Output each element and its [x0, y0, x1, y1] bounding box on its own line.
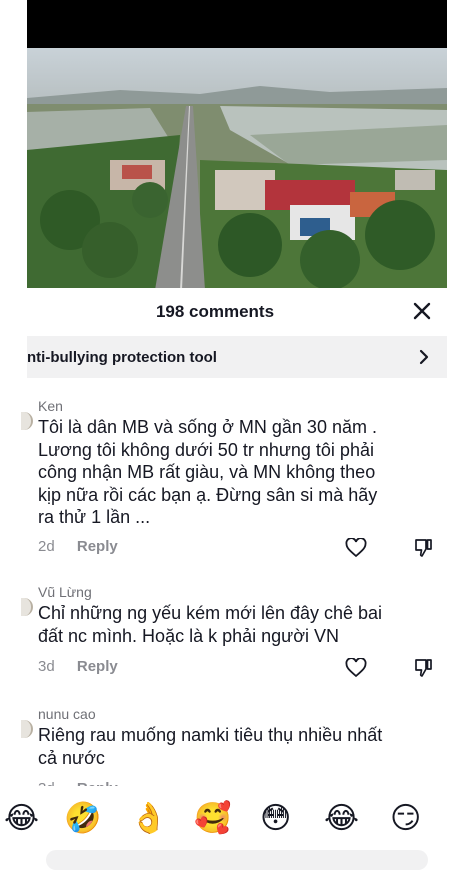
emoji-tears-of-joy[interactable]: 😂: [4, 802, 39, 836]
comment-username[interactable]: nunu cao: [38, 706, 96, 722]
comment-meta: 3d Reply: [38, 658, 118, 675]
thumbs-down-icon[interactable]: [413, 538, 433, 558]
reply-button[interactable]: Reply: [77, 538, 118, 555]
avatar[interactable]: [21, 412, 33, 430]
emoji-smiling-hearts[interactable]: 🥰: [194, 802, 231, 836]
reply-button[interactable]: Reply: [77, 658, 118, 675]
comments-sheet: 198 comments nti-bullying protection too…: [0, 288, 474, 862]
comment-username[interactable]: Ken: [38, 398, 63, 414]
anti-bullying-banner[interactable]: nti-bullying protection tool: [27, 336, 447, 378]
comment-item: Ken Tôi là dân MB và sống ở MN gần 30 nă…: [21, 398, 447, 558]
heart-outline-icon[interactable]: [345, 538, 367, 558]
emoji-ok-hand[interactable]: 👌: [130, 802, 167, 836]
comments-count-title: 198 comments: [155, 302, 275, 321]
heart-outline-icon[interactable]: [345, 658, 367, 678]
comment-input[interactable]: [46, 850, 428, 870]
chevron-right-icon: [419, 349, 429, 365]
emoji-flushed[interactable]: 😳: [260, 802, 291, 836]
comment-meta: 2d Reply: [38, 538, 118, 555]
banner-text: nti-bullying protection tool: [27, 348, 217, 366]
emoji-rofl[interactable]: 🤣: [64, 802, 101, 836]
avatar[interactable]: [21, 598, 33, 616]
video-margin-left: [0, 0, 27, 290]
video-frame: [27, 48, 447, 290]
comment-text: Tôi là dân MB và sống ở MN gần 30 năm . …: [38, 417, 378, 527]
comment-age: 2d: [38, 538, 55, 555]
video-player[interactable]: [0, 0, 474, 290]
emoji-smirk[interactable]: 😏: [390, 802, 421, 836]
comment-item: nunu cao Riêng rau muống namki tiêu thụ …: [21, 706, 447, 797]
comment-text: Chỉ những ng yếu kém mới lên đây chê bai…: [38, 603, 383, 646]
video-margin-right: [447, 0, 474, 290]
comment-text: Riêng rau muống namki tiêu thụ nhiều nhấ…: [38, 725, 383, 768]
emoji-reaction-bar: 😂 🤣 👌 🥰 😳 😂 😏: [0, 786, 474, 870]
comment-username[interactable]: Vũ Lừng: [38, 584, 92, 600]
close-icon[interactable]: [410, 299, 434, 323]
comment-item: Vũ Lừng Chỉ những ng yếu kém mới lên đây…: [21, 584, 447, 684]
thumbs-down-icon[interactable]: [413, 658, 433, 678]
avatar[interactable]: [21, 720, 33, 738]
comment-age: 3d: [38, 658, 55, 675]
emoji-tears-of-joy-2[interactable]: 😂: [324, 802, 359, 836]
